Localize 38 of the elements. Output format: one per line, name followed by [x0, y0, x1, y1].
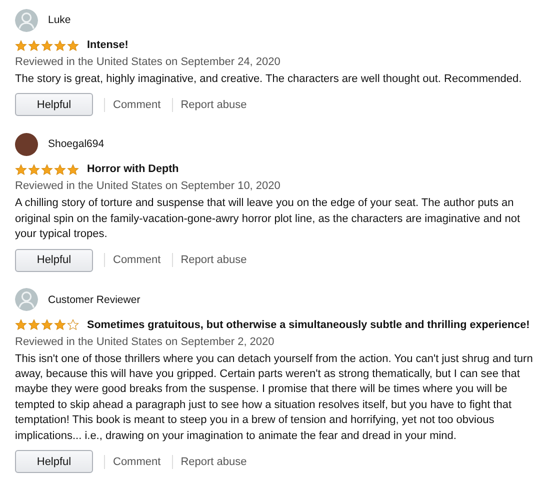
- helpful-button[interactable]: Helpful: [15, 93, 93, 116]
- avatar-silhouette-icon: [15, 288, 38, 312]
- report-abuse-link[interactable]: Report abuse: [180, 98, 247, 111]
- helpful-button[interactable]: Helpful: [15, 450, 93, 474]
- filled-star-icon: [15, 164, 27, 175]
- comment-link[interactable]: Comment: [113, 254, 161, 266]
- reviewer-name: Shoegal694: [48, 138, 104, 150]
- comment-link[interactable]: Comment: [113, 456, 161, 468]
- review-body: This isn't one of those thrillers where you can detach yourself from the action. You can't just shrug and turn away, because this will have you gripped. Certain parts weren't as strong thematically, but I can see that maybe they were good breaks from the suspense. I promise that there will be times where you will be tempted to skip ahead a paragraph just to see how a situation resolves itself, but you have to fight that temptation! This book is meant to steep you in a brew of tension and horrifying, yet not too obvious implications... i.e., drawing on your imagination to animate the fear and dread in your mind.: [15, 352, 534, 444]
- filled-star-icon: [67, 164, 79, 175]
- filled-star-icon: [41, 40, 53, 50]
- review-date: Reviewed in the United States on September 24, 2020: [15, 55, 282, 70]
- filled-star-icon: [54, 40, 66, 50]
- filled-star-icon: [54, 319, 66, 330]
- review-title[interactable]: Intense!: [87, 39, 128, 51]
- filled-star-icon: [41, 164, 53, 175]
- filled-star-icon: [15, 319, 27, 330]
- report-abuse-link[interactable]: Report abuse: [180, 456, 247, 468]
- filled-star-icon: [54, 164, 66, 175]
- filled-star-icon: [28, 319, 40, 330]
- reviewer-name: Luke: [48, 14, 71, 26]
- filled-star-icon: [28, 164, 40, 175]
- filled-star-icon: [15, 40, 27, 50]
- review-body: The story is great, highly imaginative, and creative. The characters are well thought out. Recommended.: [15, 72, 523, 87]
- reviewer-name: Customer Reviewer: [48, 294, 140, 306]
- review-title[interactable]: Horror with Depth: [87, 163, 179, 176]
- review-date: Reviewed in the United States on September 2, 2020: [15, 334, 276, 350]
- avatar-silhouette-icon: [15, 8, 38, 32]
- review-body: A chilling story of torture and suspense that will leave you on the edge of your seat. The author puts an original spin on the family-vacation-gone-awry horror plot line, as the characters are imaginative and not your typical tropes.: [15, 196, 522, 242]
- comment-link[interactable]: Comment: [113, 98, 161, 111]
- review-title[interactable]: Sometimes gratuitous, but otherwise a simultaneously subtle and thrilling experience!: [87, 318, 530, 331]
- helpful-button[interactable]: Helpful: [15, 248, 93, 272]
- filled-star-icon: [28, 40, 40, 50]
- review-date: Reviewed in the United States on September 10, 2020: [15, 179, 282, 194]
- filled-star-icon: [41, 319, 53, 330]
- avatar-photo-placeholder: [15, 132, 38, 156]
- filled-star-icon: [67, 40, 79, 50]
- report-abuse-link[interactable]: Report abuse: [180, 254, 247, 266]
